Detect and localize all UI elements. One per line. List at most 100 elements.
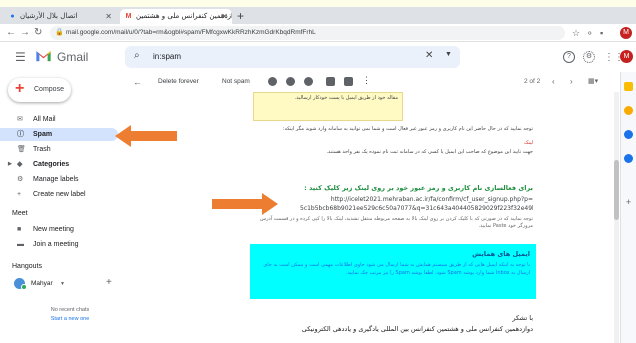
back-arrow-icon[interactable]: ← xyxy=(6,26,16,40)
add-task-icon[interactable] xyxy=(304,77,313,86)
sidebar-item-join-meeting[interactable]: ▬ Join a meeting xyxy=(0,238,118,251)
hangouts-user-name: Mahyar xyxy=(31,280,53,287)
message-paragraph: توجه نمایید که در حال حاضر این نام کاربر… xyxy=(282,126,533,132)
search-options-icon[interactable]: ▼ xyxy=(445,51,452,58)
search-bar[interactable]: ⌕ in:spam ✕ ▼ xyxy=(125,46,460,68)
gmail-logo-icon xyxy=(36,51,51,62)
activation-heading: برای فعالسازی نام کاربری و رمز عبور خود … xyxy=(304,184,533,192)
start-new-chat-link[interactable]: Start a new one xyxy=(30,315,110,323)
search-icon[interactable]: ⌕ xyxy=(134,50,140,61)
highlighted-notice-box: ایمیل های همایش با توجه به اینکه ایمیل ه… xyxy=(250,244,536,299)
star-icon[interactable]: ☆ xyxy=(572,27,580,39)
contacts-icon[interactable] xyxy=(624,154,633,163)
account-avatar[interactable]: M xyxy=(620,50,633,63)
message-paragraph: جهت تایید این موضوع که صاحب این ایمیل یا… xyxy=(326,149,533,155)
sidebar: + Compose ✉ All Mail ⓘ Spam 🗑 Trash ▶ ◆ … xyxy=(0,72,120,343)
url-text: mail.google.com/mail/u/0/?tab=rm&ogbl#sp… xyxy=(66,29,316,36)
puzzle-icon[interactable]: ▪ xyxy=(600,27,603,39)
extension-icon[interactable]: ⚬ xyxy=(586,27,594,39)
signature-thanks: با تشکر xyxy=(512,314,533,322)
page-count: 2 of 2 xyxy=(524,78,541,85)
sidebar-item-create-label[interactable]: + Create new label xyxy=(0,188,118,201)
label-tag-icon[interactable] xyxy=(344,77,353,86)
add-addon-plus-icon[interactable]: + xyxy=(624,198,633,207)
url-field[interactable]: 🔒 mail.google.com/mail/u/0/?tab=rm&ogbl#… xyxy=(50,26,565,40)
online-status-icon xyxy=(21,284,27,290)
reload-icon[interactable]: ↻ xyxy=(34,26,42,40)
expand-caret-icon[interactable]: ▶ xyxy=(8,158,12,171)
main-menu-icon[interactable]: ☰ xyxy=(15,51,26,63)
mark-unread-icon[interactable] xyxy=(268,77,277,86)
sidebar-item-label: Manage labels xyxy=(33,176,79,183)
new-chat-plus-icon[interactable]: + xyxy=(106,277,112,289)
gmail-header: ☰ Gmail ⌕ in:spam ✕ ▼ ? ⚙ ⋮⋮ M xyxy=(0,42,636,72)
link-note: توجه نمایید که در صورتی که با کلیک کردن … xyxy=(259,216,533,229)
sidebar-item-label: Categories xyxy=(33,161,70,168)
clear-search-icon[interactable]: ✕ xyxy=(425,50,433,61)
sidebar-item-new-meeting[interactable]: ■ New meeting xyxy=(0,223,118,236)
move-to-folder-icon[interactable] xyxy=(326,77,335,86)
notice-text: با توجه به اینکه ایمیل هایی که از طریق س… xyxy=(263,262,530,276)
sidebar-item-label: New meeting xyxy=(33,226,74,233)
sidebar-item-all-mail[interactable]: ✉ All Mail xyxy=(0,113,118,126)
activation-link-line-1[interactable]: http://icelet2021.mehraban.ac.ir/fa/conf… xyxy=(300,196,533,204)
newer-chevron-icon[interactable]: ‹ xyxy=(552,76,555,88)
tab-title: دوازدهمین کنفرانس ملی و هشتمین xyxy=(136,12,232,20)
chevron-down-icon[interactable]: ▼ xyxy=(60,278,65,290)
older-chevron-icon[interactable]: › xyxy=(570,76,573,88)
input-tools-icon[interactable]: ▦▾ xyxy=(588,76,598,88)
settings-gear-icon[interactable]: ⚙ xyxy=(583,51,595,63)
not-spam-button[interactable]: Not spam xyxy=(222,77,250,87)
tab-close-icon[interactable]: ✕ xyxy=(221,9,228,24)
gmail-wordmark: Gmail xyxy=(57,50,89,64)
sidebar-item-categories[interactable]: ▶ ◆ Categories xyxy=(0,158,118,171)
calendar-icon[interactable] xyxy=(624,82,633,91)
back-to-list-icon[interactable]: ← xyxy=(133,76,142,88)
trash-icon: 🗑 xyxy=(17,146,26,153)
all-mail-icon: ✉ xyxy=(17,116,23,123)
keep-icon[interactable] xyxy=(624,106,633,115)
browser-tab-bar: ● اتصال بلال الأرشيان ✕ M دوازدهمین کنفر… xyxy=(0,7,636,24)
snooze-clock-icon[interactable] xyxy=(286,77,295,86)
arrow-left-annotation-icon xyxy=(115,125,177,147)
meet-section-title: Meet xyxy=(12,210,28,217)
arrow-right-annotation-icon xyxy=(212,193,278,215)
screenshot-root: ● اتصال بلال الأرشيان ✕ M دوازدهمین کنفر… xyxy=(0,0,636,343)
keyboard-icon: ▬ xyxy=(17,241,24,248)
new-tab-icon[interactable]: + xyxy=(237,9,244,23)
search-input[interactable]: in:spam xyxy=(153,51,181,63)
no-recent-chats-text: No recent chats xyxy=(50,307,90,313)
tasks-icon[interactable] xyxy=(624,130,633,139)
sidebar-item-manage-labels[interactable]: ⚙ Manage labels xyxy=(0,173,118,186)
compose-button[interactable]: + Compose xyxy=(8,78,71,102)
sidebar-item-label: All Mail xyxy=(33,116,56,123)
browser-tab-1[interactable]: ● اتصال بلال الأرشيان ✕ xyxy=(4,9,116,24)
sidebar-item-trash[interactable]: 🗑 Trash xyxy=(0,143,118,156)
browser-address-bar: ← → ↻ 🔒 mail.google.com/mail/u/0/?tab=rm… xyxy=(0,24,636,42)
hangouts-user[interactable]: Mahyar ▼ + xyxy=(14,277,114,291)
compose-label: Compose xyxy=(34,86,64,93)
signature-conference: دوازدهمین کنفرانس ملی و هشتمین کنفرانس ب… xyxy=(301,325,533,333)
forward-arrow-icon[interactable]: → xyxy=(20,26,30,40)
spam-icon: ⓘ xyxy=(17,131,24,138)
message-link-word[interactable]: لینک xyxy=(253,140,533,147)
note-box: مقاله خود از طریق ایمیل با پست خودکار ار… xyxy=(253,92,403,121)
scrollbar-thumb[interactable] xyxy=(614,160,619,220)
browser-tab-2[interactable]: M دوازدهمین کنفرانس ملی و هشتمین ✕ xyxy=(120,9,232,24)
side-panel: + xyxy=(620,72,636,343)
browser-profile-avatar[interactable]: M xyxy=(620,27,632,39)
more-options-icon[interactable]: ⋮ xyxy=(362,75,371,85)
label-icon: ◆ xyxy=(17,161,23,168)
message-body: مقاله خود از طریق ایمیل با پست خودکار ار… xyxy=(120,92,615,343)
gear-icon: ⚙ xyxy=(17,176,24,183)
top-caption-strip xyxy=(0,0,636,7)
sidebar-item-label: Spam xyxy=(33,131,53,138)
tab-close-icon[interactable]: ✕ xyxy=(105,9,112,24)
delete-forever-button[interactable]: Delete forever xyxy=(158,77,199,87)
tab-title: اتصال بلال الأرشيان xyxy=(20,12,78,20)
sidebar-item-label: Join a meeting xyxy=(33,241,79,248)
sidebar-item-label: Create new label xyxy=(33,191,86,198)
help-icon[interactable]: ? xyxy=(563,51,575,63)
sidebar-item-spam[interactable]: ⓘ Spam xyxy=(0,128,118,141)
activation-link-line-2[interactable]: 5c1b5bcb68b9021ee529c6c50a7077&q=31c643a… xyxy=(300,205,533,213)
